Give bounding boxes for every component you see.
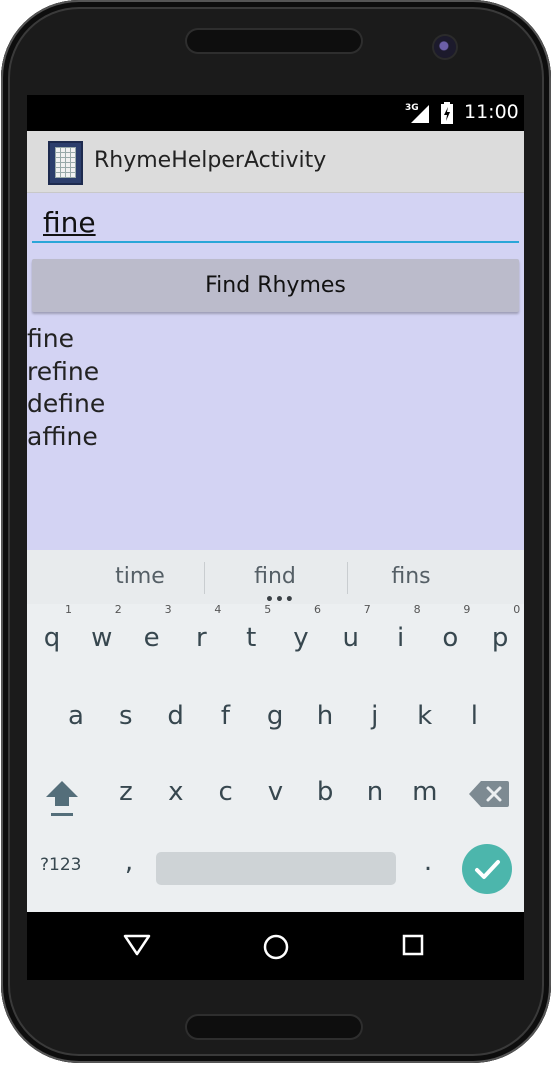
key-e[interactable]: e3	[128, 603, 176, 653]
key-m[interactable]: m	[401, 777, 449, 807]
rhyme-item: define	[27, 389, 106, 418]
key-label: q	[43, 623, 61, 653]
key-s[interactable]: s	[102, 701, 150, 731]
key-number-hint: 5	[264, 603, 272, 616]
key-number-hint: 1	[65, 603, 72, 616]
key-number-hint: 3	[164, 603, 172, 616]
signal-icon	[411, 105, 429, 123]
notebook-icon	[48, 141, 83, 185]
suggestion-divider	[347, 562, 348, 594]
action-bar: RhymeHelperActivity	[27, 131, 524, 193]
front-camera	[434, 36, 456, 58]
key-label: p	[491, 623, 509, 653]
key-number-hint: 6	[314, 603, 321, 616]
key-label: t	[246, 623, 257, 653]
key-r[interactable]: r4	[177, 603, 225, 653]
status-bar: 3G 11:00	[27, 95, 524, 131]
key-number-hint: 7	[363, 603, 371, 616]
key-label: i	[396, 623, 405, 653]
key-g[interactable]: g	[251, 701, 299, 731]
app-title: RhymeHelperActivity	[94, 148, 327, 173]
bottom-speaker	[187, 1016, 361, 1038]
key-k[interactable]: k	[401, 701, 449, 731]
key-o[interactable]: o9	[426, 603, 474, 653]
key-i[interactable]: i8	[377, 603, 425, 653]
symbols-key[interactable]: ?123	[40, 855, 81, 875]
main-content: Find Rhymes fine refine define affine	[27, 193, 524, 550]
word-input[interactable]	[32, 203, 519, 243]
key-label: w	[91, 623, 113, 653]
key-l[interactable]: l	[450, 701, 498, 731]
key-label: r	[196, 623, 207, 653]
suggestion-time[interactable]: time	[80, 564, 200, 589]
key-b[interactable]: b	[301, 777, 349, 807]
suggestion-strip: time find fins •••	[27, 550, 524, 607]
recent-apps-icon[interactable]	[402, 934, 424, 956]
key-f[interactable]: f	[201, 701, 249, 731]
key-label: e	[143, 623, 160, 653]
backspace-icon[interactable]	[469, 780, 509, 808]
key-n[interactable]: n	[351, 777, 399, 807]
rhyme-results: fine refine define affine	[27, 323, 105, 453]
key-j[interactable]: j	[351, 701, 399, 731]
navigation-bar	[27, 912, 524, 980]
top-speaker	[187, 30, 361, 52]
suggestion-fins[interactable]: fins	[351, 564, 471, 589]
key-y[interactable]: y6	[277, 603, 325, 653]
rhyme-item: refine	[27, 356, 100, 386]
key-u[interactable]: u7	[327, 603, 375, 653]
key-label: o	[442, 623, 459, 653]
battery-charging-icon	[441, 102, 453, 124]
key-a[interactable]: a	[52, 701, 100, 731]
device-screen: 3G 11:00 RhymeHelperActivity Find Rhymes…	[27, 95, 524, 980]
soft-keyboard: time find fins ••• q1w2e3r4t5y6u7i8o9p0 …	[27, 550, 524, 912]
suggestion-divider	[204, 562, 205, 594]
key-v[interactable]: v	[251, 777, 299, 807]
key-t[interactable]: t5	[227, 603, 275, 653]
suggestion-find[interactable]: find	[215, 564, 335, 589]
key-d[interactable]: d	[152, 701, 200, 731]
key-w[interactable]: w2	[78, 603, 126, 653]
key-number-hint: 9	[463, 603, 471, 616]
checkmark-icon	[475, 860, 500, 879]
key-h[interactable]: h	[301, 701, 349, 731]
status-clock: 11:00	[464, 101, 519, 123]
key-number-hint: 8	[413, 603, 421, 616]
rhyme-item: fine	[27, 324, 74, 353]
done-button[interactable]	[462, 844, 512, 894]
space-bar[interactable]	[156, 852, 396, 885]
back-icon[interactable]	[123, 934, 151, 956]
key-q[interactable]: q1	[28, 603, 76, 653]
key-number-hint: 0	[513, 603, 521, 616]
shift-icon[interactable]	[44, 778, 80, 818]
comma-key[interactable]: ,	[119, 847, 139, 877]
key-x[interactable]: x	[152, 777, 200, 807]
find-rhymes-button[interactable]: Find Rhymes	[32, 259, 519, 312]
key-p[interactable]: p0	[476, 603, 524, 653]
key-label: u	[342, 623, 360, 653]
key-label: y	[293, 623, 309, 653]
key-number-hint: 2	[114, 603, 122, 616]
key-z[interactable]: z	[102, 777, 150, 807]
key-number-hint: 4	[214, 603, 222, 616]
rhyme-item: affine	[27, 421, 98, 451]
home-icon[interactable]	[263, 934, 289, 960]
period-key[interactable]: .	[418, 847, 438, 877]
key-c[interactable]: c	[202, 777, 250, 807]
